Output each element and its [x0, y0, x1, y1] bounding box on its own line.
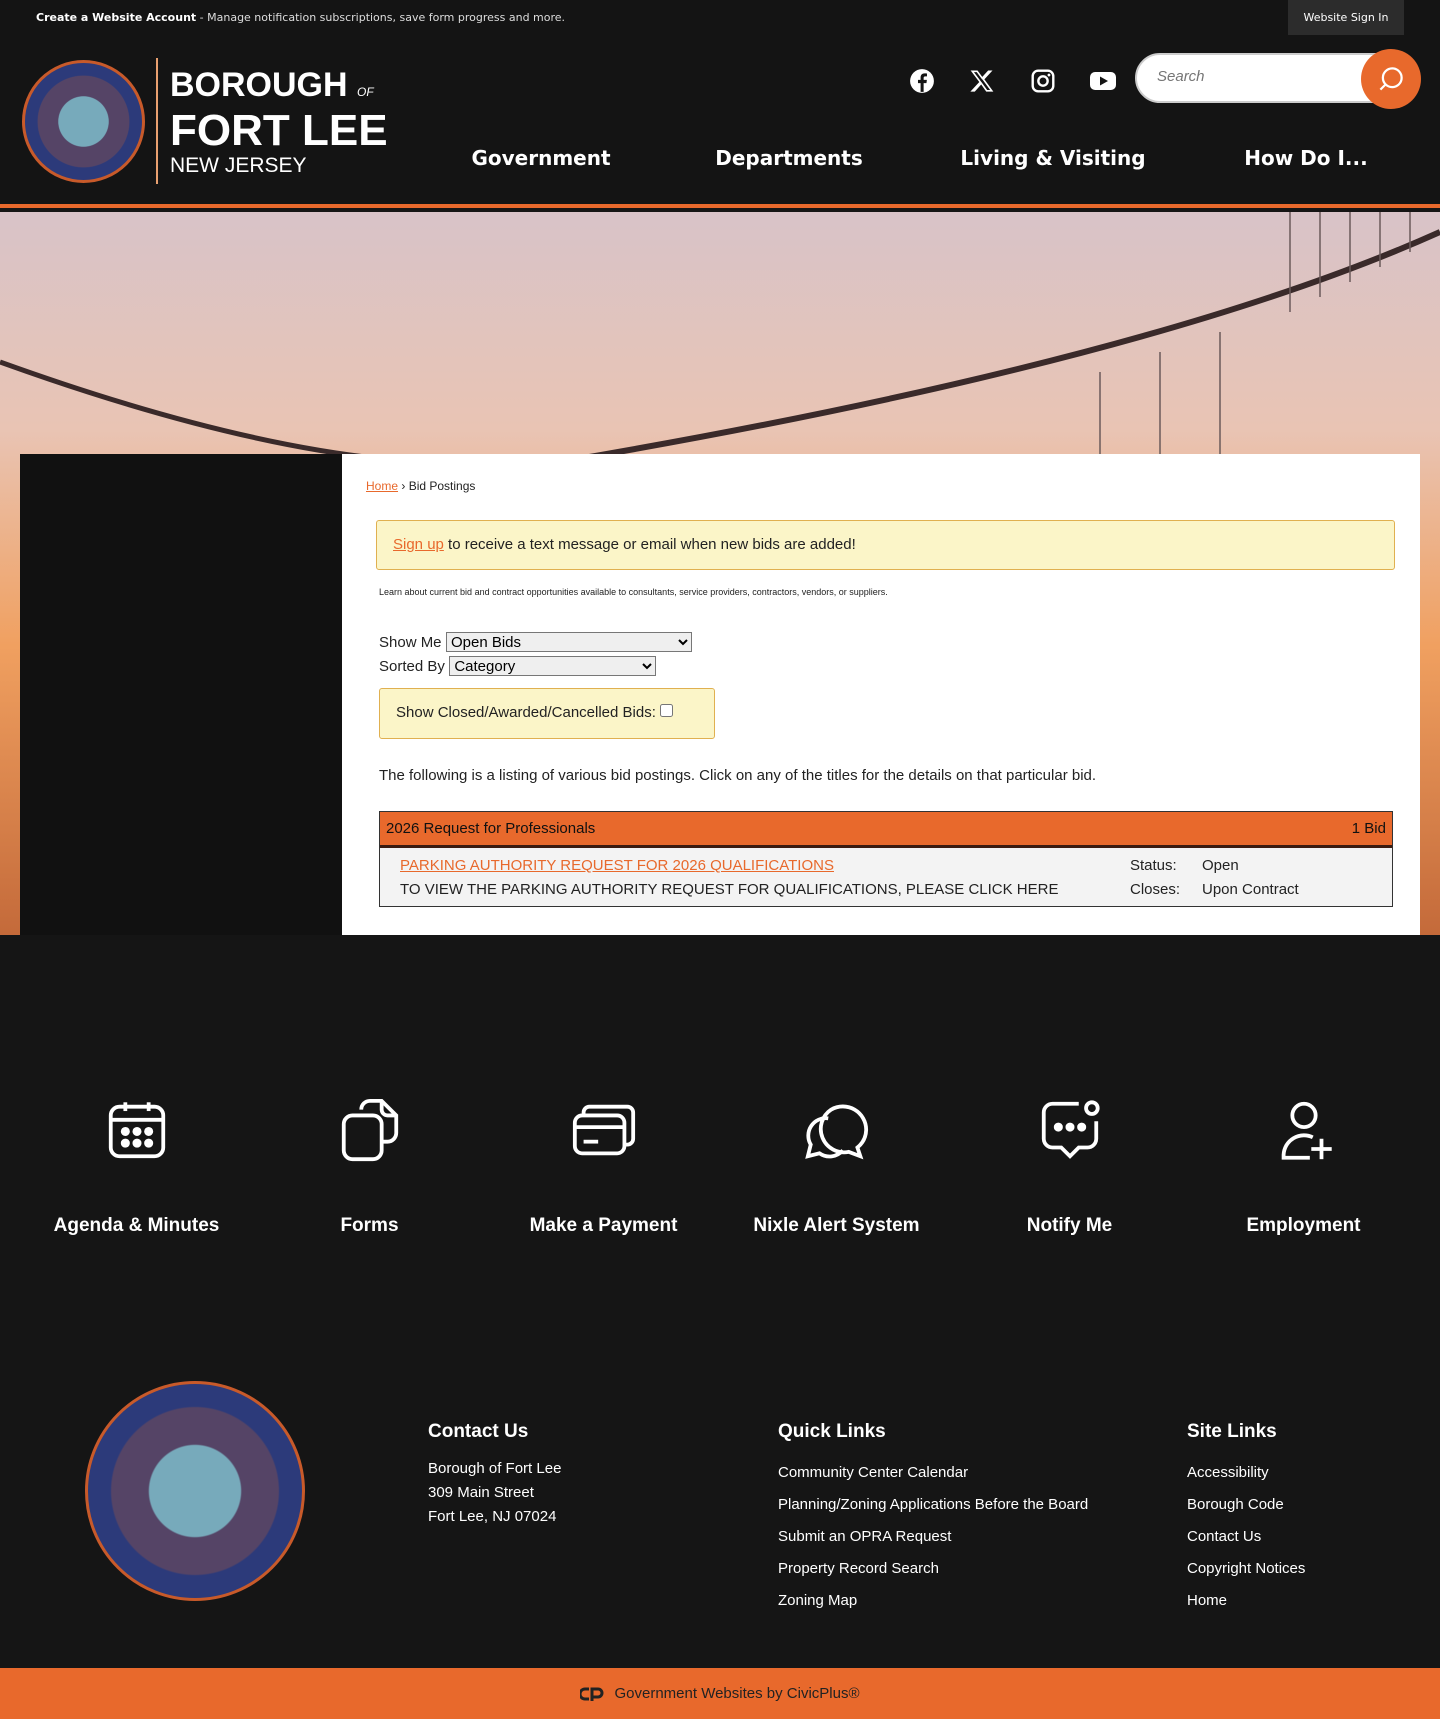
nav-living-visiting[interactable]: Living & Visiting [960, 146, 1145, 170]
bridge-cables-graphic [0, 212, 1440, 472]
show-closed-checkbox[interactable] [660, 704, 674, 717]
quicklink-label: Forms [340, 1215, 399, 1236]
show-closed-label: Show Closed/Awarded/Cancelled Bids: [396, 704, 656, 721]
bid-category-header: 2026 Request for Professionals 1 Bid [380, 812, 1392, 848]
quicklink-label: Make a Payment [529, 1215, 678, 1236]
footer-quick-links: Quick Links Community Center Calendar Pl… [778, 1421, 1088, 1617]
nav-government[interactable]: Government [471, 146, 610, 170]
breadcrumb-separator: › [401, 479, 406, 493]
create-account-link[interactable]: Create a Website Account [36, 11, 196, 24]
nav-departments[interactable]: Departments [715, 146, 863, 170]
quicklink-label: Nixle Alert System [753, 1215, 920, 1236]
facebook-icon[interactable] [907, 66, 937, 96]
status-value: Open [1202, 857, 1239, 874]
calendar-icon [108, 1102, 165, 1159]
borough-seal-logo[interactable] [22, 60, 145, 183]
closes-value: Upon Contract [1202, 881, 1299, 898]
add-user-icon [1281, 1101, 1332, 1160]
show-me-label: Show Me [379, 634, 442, 651]
sorted-by-row: Sorted By Category [379, 656, 657, 676]
breadcrumb-home[interactable]: Home [366, 479, 398, 493]
bid-title-link[interactable]: PARKING AUTHORITY REQUEST FOR 2026 QUALI… [400, 857, 834, 874]
sorted-by-select[interactable]: Category [449, 656, 657, 676]
top-bar: Create a Website Account - Manage notifi… [0, 0, 1440, 36]
logo-new-jersey: NEW JERSEY [170, 154, 307, 177]
contact-line: Fort Lee, NJ 07024 [428, 1508, 557, 1525]
footer-link[interactable]: Accessibility [1187, 1457, 1305, 1489]
quicklink-notify-me[interactable]: Notify Me [953, 1095, 1186, 1237]
sign-up-link[interactable]: Sign up [393, 536, 444, 553]
nav-how-do-i[interactable]: How Do I... [1244, 146, 1367, 170]
footer-link[interactable]: Home [1187, 1585, 1305, 1617]
quicklink-agenda-minutes[interactable]: Agenda & Minutes [20, 1095, 253, 1237]
account-desc: - Manage notification subscriptions, sav… [196, 11, 566, 24]
footer-site-links: Site Links Accessibility Borough Code Co… [1187, 1421, 1305, 1617]
civicplus-credit: Government Websites by CivicPlus® [614, 1685, 860, 1702]
logo-divider [156, 58, 158, 184]
youtube-icon[interactable] [1088, 66, 1118, 96]
civicplus-logo-icon [580, 1687, 604, 1701]
footer-borough-seal [85, 1381, 305, 1601]
logo-fort-lee: FORT LEE [170, 106, 388, 155]
quick-links-heading: Quick Links [778, 1421, 886, 1442]
bid-table: 2026 Request for Professionals 1 Bid PARK… [379, 811, 1393, 907]
credit-card-icon [572, 1104, 635, 1156]
logo-of: OF [357, 85, 374, 99]
site-header: BOROUGH OF FORT LEE NEW JERSEY Governmen… [0, 36, 1440, 208]
bid-count: 1 Bid [1351, 820, 1386, 837]
contact-line: 309 Main Street [428, 1484, 534, 1501]
quicklink-make-payment[interactable]: Make a Payment [487, 1095, 720, 1237]
status-label: Status: [1130, 857, 1177, 874]
breadcrumb-current: Bid Postings [408, 479, 476, 493]
footer-link[interactable]: Submit an OPRA Request [778, 1521, 1088, 1553]
show-me-row: Show Me Open Bids [379, 632, 692, 652]
footer-link[interactable]: Zoning Map [778, 1585, 1088, 1617]
closes-label: Closes: [1130, 881, 1181, 898]
site-links-heading: Site Links [1187, 1421, 1277, 1442]
site-wordmark[interactable]: BOROUGH OF FORT LEE NEW JERSEY [170, 68, 388, 179]
search-input[interactable] [1157, 68, 1347, 85]
footer-link[interactable]: Borough Code [1187, 1489, 1305, 1521]
instagram-icon[interactable] [1028, 66, 1058, 96]
website-sign-in-button[interactable]: Website Sign In [1288, 0, 1404, 35]
main-content: Home › Bid Postings Sign up to receive a… [342, 454, 1420, 935]
search-box [1135, 49, 1421, 109]
quicklink-forms[interactable]: Forms [253, 1095, 486, 1237]
search-button[interactable] [1361, 49, 1421, 109]
show-closed-box: Show Closed/Awarded/Cancelled Bids: [379, 688, 715, 739]
intro-text: Learn about current bid and contract opp… [379, 587, 888, 597]
alert-text: to receive a text message or email when … [443, 536, 856, 553]
quicklink-nixle-alert[interactable]: Nixle Alert System [720, 1095, 953, 1237]
civicplus-footer[interactable]: Government Websites by CivicPlus® [0, 1668, 1440, 1719]
contact-heading: Contact Us [428, 1421, 529, 1442]
listing-intro: The following is a listing of various bi… [379, 767, 1097, 784]
quicklink-label: Employment [1246, 1215, 1361, 1236]
side-panel [20, 454, 342, 935]
sorted-by-label: Sorted By [379, 658, 445, 675]
footer-link[interactable]: Planning/Zoning Applications Before the … [778, 1489, 1088, 1521]
chat-bubbles-icon [804, 1104, 868, 1160]
table-row: PARKING AUTHORITY REQUEST FOR 2026 QUALI… [380, 848, 1392, 906]
footer-link[interactable]: Property Record Search [778, 1553, 1088, 1585]
account-message: Create a Website Account - Manage notifi… [36, 11, 565, 24]
quicklink-label: Agenda & Minutes [53, 1215, 220, 1236]
search-icon [1379, 67, 1403, 91]
footer-link[interactable]: Community Center Calendar [778, 1457, 1088, 1489]
signup-alert: Sign up to receive a text message or ema… [376, 520, 1395, 570]
documents-icon [341, 1098, 398, 1162]
footer-link[interactable]: Contact Us [1187, 1521, 1305, 1553]
contact-line: Borough of Fort Lee [428, 1460, 562, 1477]
breadcrumb: Home › Bid Postings [366, 479, 475, 493]
quicklink-employment[interactable]: Employment [1187, 1095, 1420, 1237]
category-title: 2026 Request for Professionals [386, 820, 596, 837]
notification-message-icon [1041, 1100, 1100, 1159]
logo-borough: BOROUGH [170, 66, 348, 104]
x-icon[interactable] [967, 66, 997, 96]
footer-contact: Contact Us Borough of Fort Lee 309 Main … [428, 1421, 561, 1529]
footer-link[interactable]: Copyright Notices [1187, 1553, 1305, 1585]
show-me-select[interactable]: Open Bids [445, 632, 692, 652]
bid-description: TO VIEW THE PARKING AUTHORITY REQUEST FO… [400, 881, 1059, 898]
quicklink-label: Notify Me [1026, 1215, 1113, 1236]
